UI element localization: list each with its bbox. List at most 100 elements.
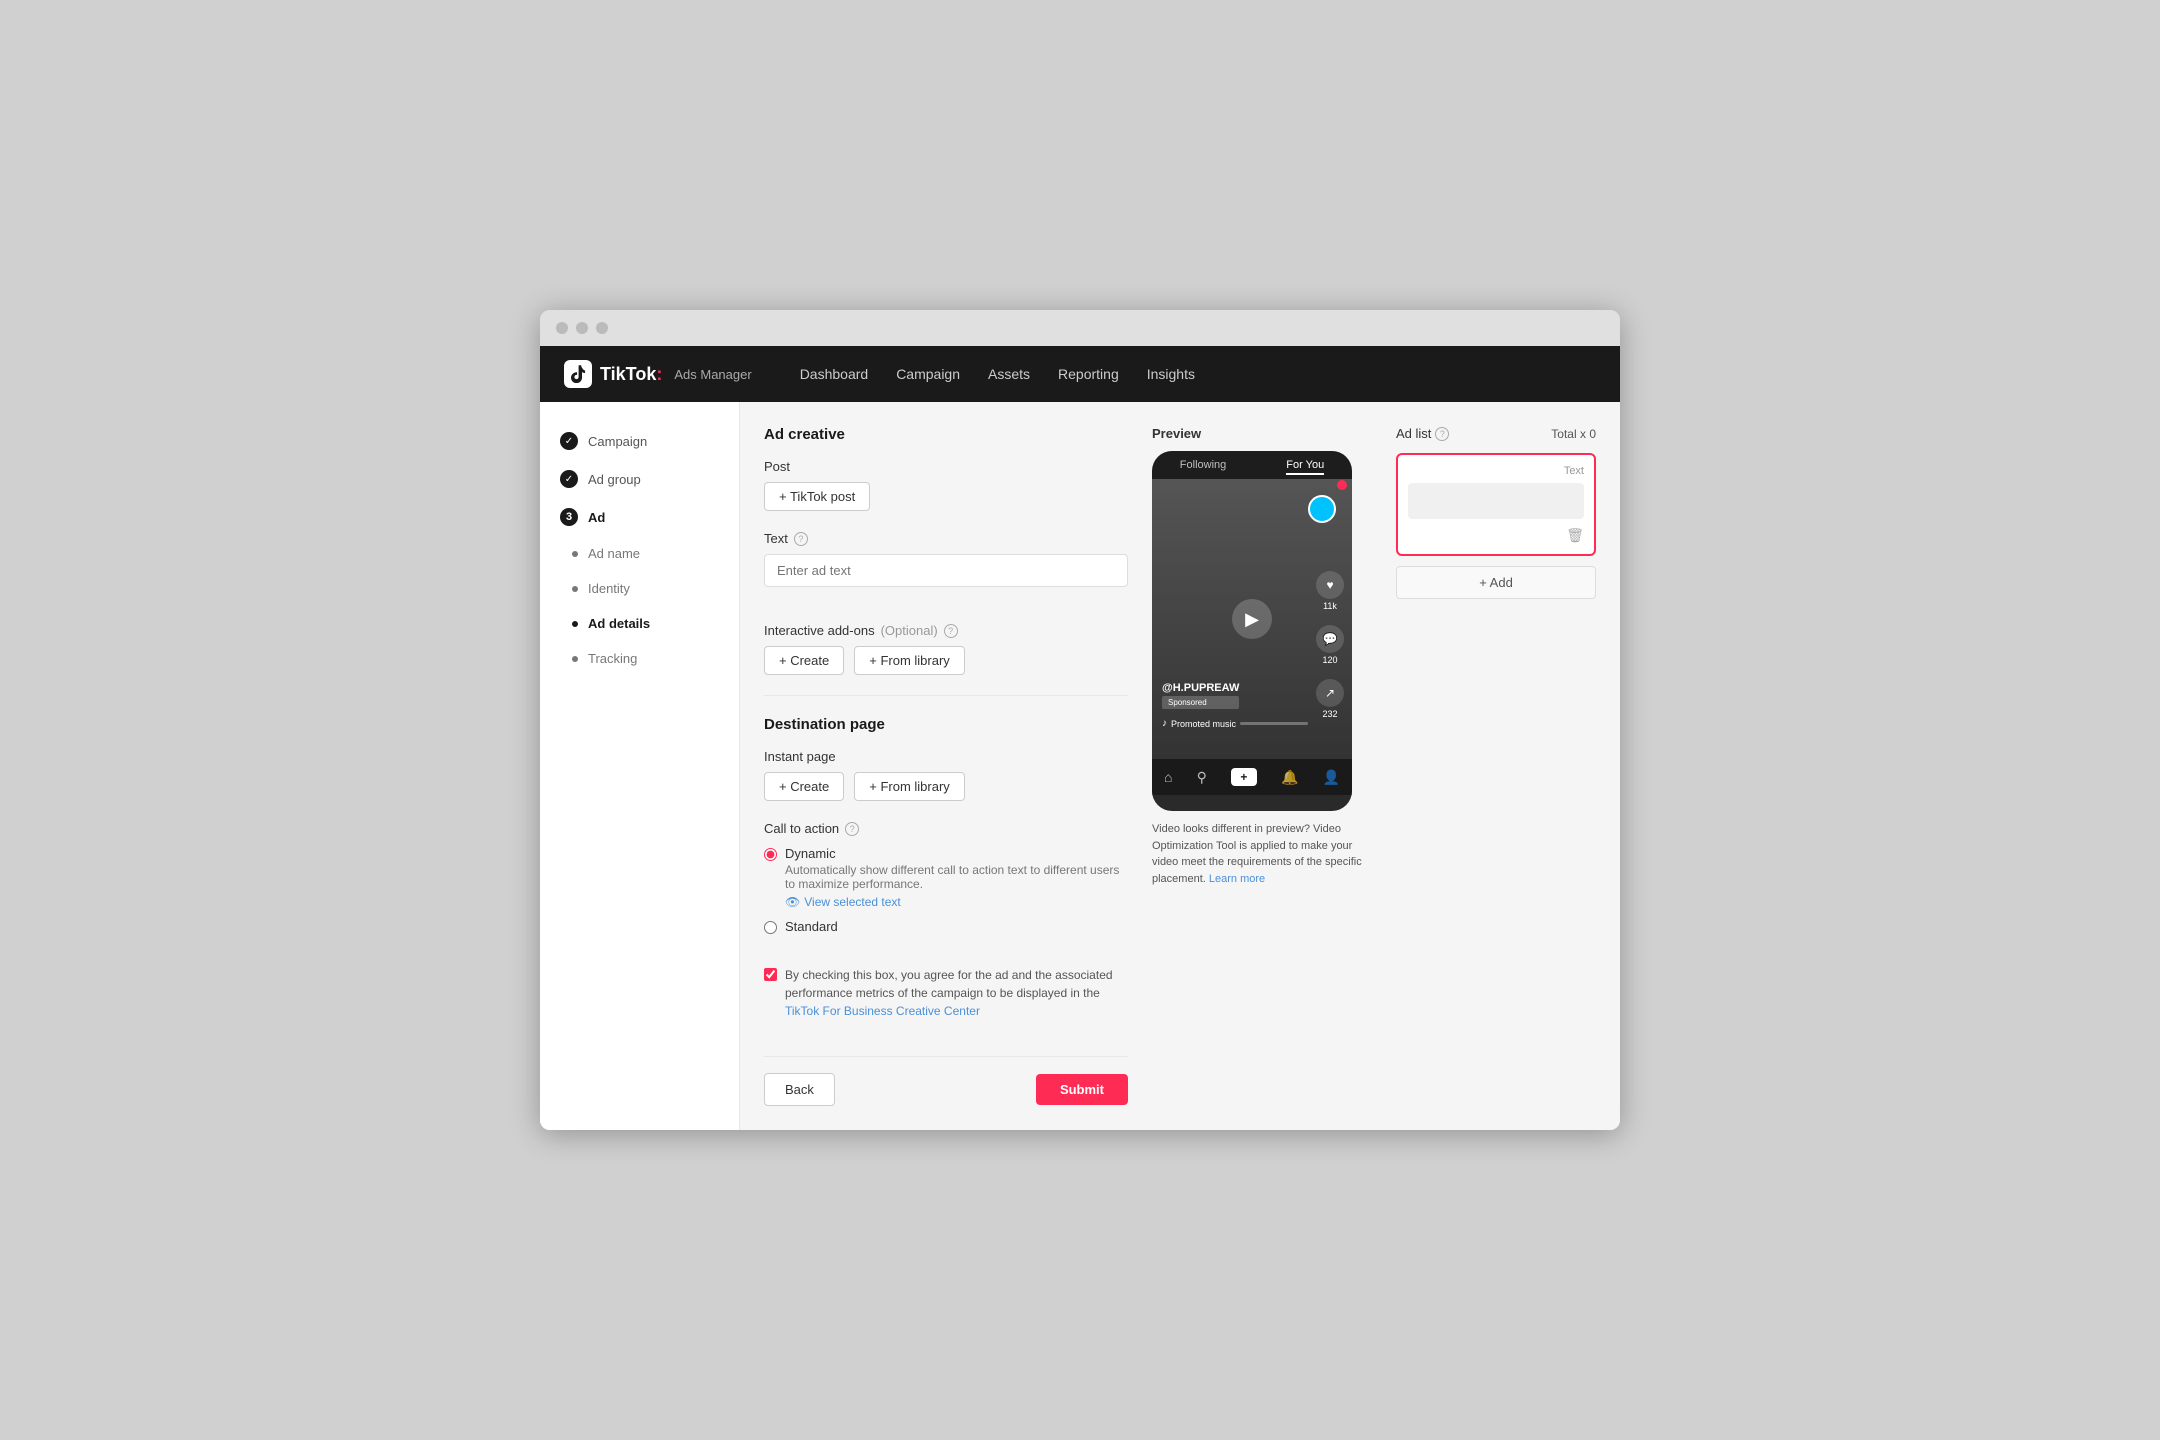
text-section: Text ?	[764, 531, 1128, 603]
text-field-label: Text ?	[764, 531, 1128, 546]
nav-reporting[interactable]: Reporting	[1058, 362, 1119, 386]
phone-top-bar: Following For You	[1152, 451, 1352, 479]
music-note-icon: ♪	[1162, 718, 1167, 729]
checkbox-area: By checking this box, you agree for the …	[764, 954, 1128, 1032]
promoted-music-text: Promoted music	[1171, 719, 1236, 729]
tiktok-creative-center-link[interactable]: TikTok For Business Creative Center	[785, 1004, 980, 1018]
dynamic-desc: Automatically show different call to act…	[785, 863, 1128, 891]
phone-preview: Following For You ▶	[1152, 451, 1352, 811]
sidebar-item-tracking[interactable]: Tracking	[540, 641, 739, 676]
sidebar-campaign-label: Campaign	[588, 434, 647, 449]
destination-section: Destination page Instant page + Create +…	[764, 716, 1128, 801]
submit-button[interactable]: Submit	[1036, 1074, 1128, 1105]
nav-assets[interactable]: Assets	[988, 362, 1030, 386]
sidebar-ad-group-label: Ad group	[588, 472, 641, 487]
ad-number-icon: 3	[560, 508, 578, 526]
ad-list-help-icon[interactable]: ?	[1435, 427, 1449, 441]
text-help-icon[interactable]: ?	[794, 532, 808, 546]
like-action[interactable]: ♥ 11k	[1316, 571, 1344, 611]
ad-creative-title: Ad creative	[764, 426, 1128, 443]
like-count: 11k	[1323, 601, 1337, 611]
cta-section: Call to action ? Dynamic Automatically s…	[764, 821, 1128, 934]
ad-card-delete-icon[interactable]: 🗑	[1566, 527, 1584, 544]
add-ad-button[interactable]: + Add	[1396, 566, 1596, 599]
section-divider-1	[764, 695, 1128, 696]
ad-list-title: Ad list ?	[1396, 426, 1449, 441]
eye-icon: 👁	[785, 895, 800, 909]
tracking-dot-icon	[572, 656, 578, 662]
browser-chrome	[540, 310, 1620, 346]
preview-note: Video looks different in preview? Video …	[1152, 821, 1372, 887]
sidebar-item-ad-group[interactable]: ✓ Ad group	[540, 460, 739, 498]
cta-label: Call to action ?	[764, 821, 1128, 836]
destination-title: Destination page	[764, 716, 1128, 733]
sidebar-item-identity[interactable]: Identity	[540, 571, 739, 606]
interactive-addons-section: Interactive add-ons (Optional) ? + Creat…	[764, 623, 1128, 675]
preview-panel: Preview Following For You ▶	[1152, 426, 1372, 1106]
dynamic-radio-input[interactable]	[764, 848, 777, 861]
discover-nav-icon[interactable]: ⚲	[1197, 769, 1207, 786]
nav-campaign[interactable]: Campaign	[896, 362, 960, 386]
dynamic-radio-content: Dynamic Automatically show different cal…	[785, 846, 1128, 909]
sidebar-item-ad-name[interactable]: Ad name	[540, 536, 739, 571]
notifications-nav-icon[interactable]: 🔔	[1281, 769, 1298, 786]
sponsored-badge: Sponsored	[1162, 696, 1239, 709]
content-inner: Ad creative Post + TikTok post Text ?	[764, 426, 1596, 1106]
nav-insights[interactable]: Insights	[1147, 362, 1195, 386]
ad-text-input[interactable]	[764, 554, 1128, 587]
instant-page-label: Instant page	[764, 749, 1128, 764]
back-button[interactable]: Back	[764, 1073, 835, 1106]
ad-list-total: Total x 0	[1551, 427, 1596, 441]
content-area: Ad creative Post + TikTok post Text ?	[740, 402, 1620, 1130]
checkbox-text: By checking this box, you agree for the …	[785, 966, 1128, 1020]
sidebar-item-campaign[interactable]: ✓ Campaign	[540, 422, 739, 460]
nav-items: Dashboard Campaign Assets Reporting Insi…	[800, 362, 1195, 386]
interactive-addons-label: Interactive add-ons (Optional) ?	[764, 623, 1128, 638]
identity-dot-icon	[572, 586, 578, 592]
comment-count: 120	[1322, 655, 1337, 665]
phone-user-info: @H.PUPREAW Sponsored	[1162, 682, 1239, 709]
ad-card-preview-thumbnail	[1408, 483, 1584, 519]
sidebar-tracking-label: Tracking	[588, 651, 637, 666]
for-you-tab[interactable]: For You	[1286, 459, 1324, 475]
browser-window: TikTok: Ads Manager Dashboard Campaign A…	[540, 310, 1620, 1130]
instant-create-button[interactable]: + Create	[764, 772, 844, 801]
sidebar-item-ad-details[interactable]: Ad details	[540, 606, 739, 641]
phone-bottom-nav: ⌂ ⚲ + 🔔 👤	[1152, 759, 1352, 795]
interactive-help-icon[interactable]: ?	[944, 624, 958, 638]
sidebar-identity-label: Identity	[588, 581, 630, 596]
view-selected-text-link[interactable]: 👁 View selected text	[785, 895, 1128, 909]
instant-page-buttons: + Create + From library	[764, 772, 1128, 801]
tiktok-logo-icon	[564, 360, 592, 388]
phone-content: ▶ ♥ 11k	[1152, 479, 1352, 759]
share-icon: ↗	[1316, 679, 1344, 707]
profile-nav-icon[interactable]: 👤	[1323, 769, 1340, 786]
share-action[interactable]: ↗ 232	[1316, 679, 1344, 719]
browser-dot-1	[556, 322, 568, 334]
main-layout: ✓ Campaign ✓ Ad group 3 Ad Ad name Ident…	[540, 402, 1620, 1130]
learn-more-link[interactable]: Learn more	[1209, 873, 1265, 885]
following-tab[interactable]: Following	[1180, 459, 1226, 475]
home-nav-icon[interactable]: ⌂	[1164, 769, 1172, 785]
nav-dashboard[interactable]: Dashboard	[800, 362, 869, 386]
ad-name-dot-icon	[572, 551, 578, 557]
side-actions: ♥ 11k 💬 120 ↗ 232	[1316, 571, 1344, 719]
comment-action[interactable]: 💬 120	[1316, 625, 1344, 665]
instant-from-library-button[interactable]: + From library	[854, 772, 965, 801]
cta-help-icon[interactable]: ?	[845, 822, 859, 836]
share-count: 232	[1322, 709, 1337, 719]
tiktok-post-button[interactable]: + TikTok post	[764, 482, 870, 511]
sidebar-ad-name-label: Ad name	[588, 546, 640, 561]
logo-area: TikTok: Ads Manager	[564, 360, 752, 388]
browser-dot-3	[596, 322, 608, 334]
interactive-create-button[interactable]: + Create	[764, 646, 844, 675]
sidebar-item-ad[interactable]: 3 Ad	[540, 498, 739, 536]
standard-label: Standard	[785, 919, 838, 934]
standard-radio-input[interactable]	[764, 921, 777, 934]
agreement-checkbox[interactable]	[764, 968, 777, 981]
interactive-from-library-button[interactable]: + From library	[854, 646, 965, 675]
browser-dot-2	[576, 322, 588, 334]
create-nav-button[interactable]: +	[1231, 768, 1257, 786]
sidebar-ad-details-label: Ad details	[588, 616, 650, 631]
comment-icon: 💬	[1316, 625, 1344, 653]
